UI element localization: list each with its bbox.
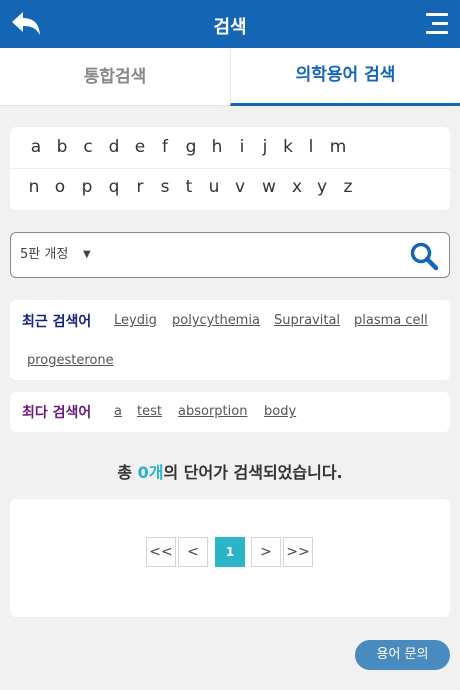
recent-term[interactable]: Leydig xyxy=(114,313,157,328)
popular-term[interactable]: body xyxy=(264,404,296,419)
search-bar: 5판 개정 ▼ xyxy=(10,232,450,278)
tab-integrated-search[interactable]: 통합검색 xyxy=(0,48,230,106)
search-input[interactable] xyxy=(107,239,397,271)
letter-i[interactable]: i xyxy=(232,127,252,167)
recent-term[interactable]: progesterone xyxy=(27,353,114,368)
letter-b[interactable]: b xyxy=(52,127,72,167)
page-1-button[interactable]: 1 xyxy=(215,537,245,567)
letter-r[interactable]: r xyxy=(130,167,150,207)
popular-term[interactable]: a xyxy=(114,404,122,419)
letter-m[interactable]: m xyxy=(328,127,348,167)
letter-x[interactable]: x xyxy=(287,167,307,207)
letter-z[interactable]: z xyxy=(338,167,358,207)
popular-term[interactable]: absorption xyxy=(178,404,247,419)
result-suffix: 의 단어가 검색되었습니다. xyxy=(163,463,343,482)
letter-c[interactable]: c xyxy=(78,127,98,167)
recent-term[interactable]: plasma cell xyxy=(354,313,428,328)
letter-d[interactable]: d xyxy=(104,127,124,167)
letter-f[interactable]: f xyxy=(155,127,175,167)
letter-l[interactable]: l xyxy=(301,127,321,167)
term-inquiry-button[interactable]: 용어 문의 xyxy=(355,640,450,670)
letter-s[interactable]: s xyxy=(155,167,175,207)
popular-searches: 최다 검색어 a test absorption body xyxy=(10,392,450,432)
hamburger-menu-icon[interactable] xyxy=(422,11,448,37)
letter-u[interactable]: u xyxy=(204,167,224,207)
chevron-down-icon[interactable]: ▼ xyxy=(83,233,91,277)
recent-searches-label: 최근 검색어 xyxy=(22,314,92,330)
edition-select[interactable]: 5판 개정 xyxy=(20,233,68,277)
popular-searches-label: 최다 검색어 xyxy=(22,405,92,421)
last-page-button[interactable]: >> xyxy=(283,537,313,567)
page-title: 검색 xyxy=(213,17,247,38)
letter-q[interactable]: q xyxy=(104,167,124,207)
letter-j[interactable]: j xyxy=(255,127,275,167)
recent-term[interactable]: Supravital xyxy=(274,313,340,328)
result-count-text: 총 0개의 단어가 검색되었습니다. xyxy=(0,459,460,483)
result-count: 0개 xyxy=(137,463,164,482)
prev-page-button[interactable]: < xyxy=(178,537,208,567)
letter-w[interactable]: w xyxy=(259,167,279,207)
result-prefix: 총 xyxy=(117,463,138,482)
letter-t[interactable]: t xyxy=(179,167,199,207)
letter-a[interactable]: a xyxy=(26,127,46,167)
letter-e[interactable]: e xyxy=(130,127,150,167)
letter-g[interactable]: g xyxy=(181,127,201,167)
app-header: 검색 xyxy=(0,0,460,48)
first-page-button[interactable]: << xyxy=(146,537,176,567)
tab-medical-term-search[interactable]: 의학용어 검색 xyxy=(230,48,460,106)
search-tabs: 통합검색 의학용어 검색 xyxy=(0,48,460,106)
letter-n[interactable]: n xyxy=(24,167,44,207)
letter-o[interactable]: o xyxy=(50,167,70,207)
letter-k[interactable]: k xyxy=(278,127,298,167)
letter-h[interactable]: h xyxy=(207,127,227,167)
letter-v[interactable]: v xyxy=(230,167,250,207)
pagination-panel: << < 1 > >> xyxy=(10,499,450,617)
letter-y[interactable]: y xyxy=(312,167,332,207)
alphabet-index: a b c d e f g h i j k l m n o p q r s t … xyxy=(10,127,450,210)
next-page-button[interactable]: > xyxy=(251,537,281,567)
letter-p[interactable]: p xyxy=(77,167,97,207)
search-icon[interactable] xyxy=(409,241,439,271)
recent-searches: 최근 검색어 Leydig polycythemia Supravital pl… xyxy=(10,300,450,380)
popular-term[interactable]: test xyxy=(137,404,162,419)
recent-term[interactable]: polycythemia xyxy=(172,313,260,328)
